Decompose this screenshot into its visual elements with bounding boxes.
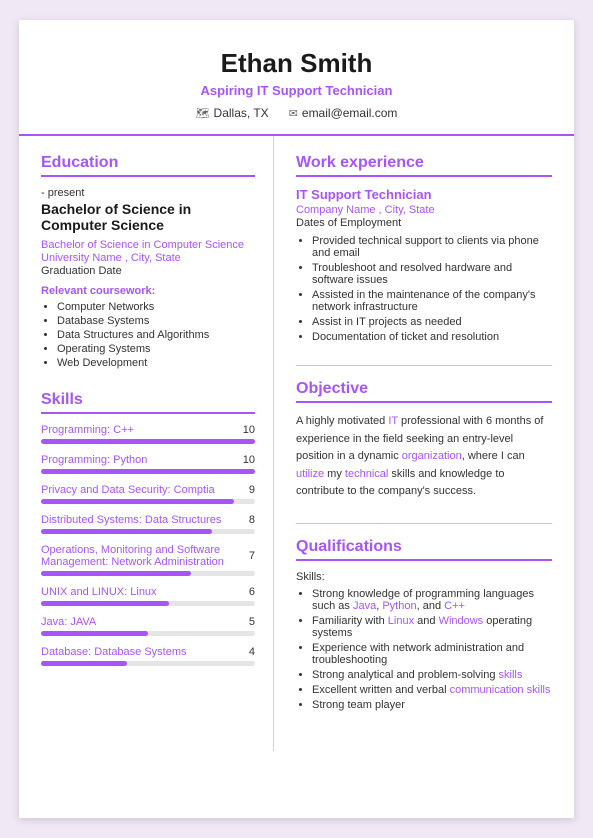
qual-skills-label: Skills: xyxy=(296,571,552,583)
qual-item: Experience with network administration a… xyxy=(312,642,552,666)
qualifications-title: Qualifications xyxy=(296,538,552,561)
skill-name: Database: Database Systems xyxy=(41,646,187,658)
skill-row: Distributed Systems: Data Structures 8 xyxy=(41,514,255,534)
skill-score: 9 xyxy=(249,484,255,496)
course-item: Computer Networks xyxy=(57,301,255,313)
skill-bar-fill xyxy=(41,499,234,504)
qual-item: Strong knowledge of programming language… xyxy=(312,588,552,612)
skill-bar-bg xyxy=(41,439,255,444)
skill-bar-bg xyxy=(41,661,255,666)
objective-text: A highly motivated IT professional with … xyxy=(296,413,552,501)
divider-2 xyxy=(296,523,552,524)
duty-item: Provided technical support to clients vi… xyxy=(312,235,552,259)
skill-score: 10 xyxy=(243,454,255,466)
skill-name: Programming: Python xyxy=(41,454,147,466)
qual-item: Excellent written and verbal communicati… xyxy=(312,684,552,696)
skill-score: 8 xyxy=(249,514,255,526)
skill-score: 7 xyxy=(249,550,255,562)
skill-bar-fill xyxy=(41,661,127,666)
left-column: Education - present Bachelor of Science … xyxy=(19,136,274,751)
skill-row: Operations, Monitoring and Software Mana… xyxy=(41,544,255,576)
coursework-label: Relevant coursework: xyxy=(41,285,255,297)
email-item: ✉ email@email.com xyxy=(289,106,398,120)
contact-row: 🗺 Dallas, TX ✉ email@email.com xyxy=(49,106,544,120)
resume-header: Ethan Smith Aspiring IT Support Technici… xyxy=(19,20,574,136)
skill-bar-bg xyxy=(41,601,255,606)
skill-bar-bg xyxy=(41,571,255,576)
skill-row: Programming: Python 10 xyxy=(41,454,255,474)
course-item: Data Structures and Algorithms xyxy=(57,329,255,341)
course-item: Web Development xyxy=(57,357,255,369)
coursework-list: Computer Networks Database Systems Data St… xyxy=(41,301,255,369)
skill-name: Operations, Monitoring and Software Mana… xyxy=(41,544,249,568)
skill-row: UNIX and LINUX: Linux 6 xyxy=(41,586,255,606)
duty-item: Assist in IT projects as needed xyxy=(312,316,552,328)
skill-name: UNIX and LINUX: Linux xyxy=(41,586,157,598)
skill-row: Privacy and Data Security: Comptia 9 xyxy=(41,484,255,504)
work-experience-section: Work experience IT Support Technician Co… xyxy=(296,154,552,343)
skill-score: 6 xyxy=(249,586,255,598)
skill-bar-bg xyxy=(41,529,255,534)
location-icon: 🗺 xyxy=(196,107,210,120)
divider-1 xyxy=(296,365,552,366)
edu-present: - present xyxy=(41,187,255,199)
skill-row: Java: JAVA 5 xyxy=(41,616,255,636)
resume-body: Education - present Bachelor of Science … xyxy=(19,136,574,751)
candidate-name: Ethan Smith xyxy=(49,48,544,79)
skills-title: Skills xyxy=(41,391,255,414)
edu-degree: Bachelor of Science in Computer Science xyxy=(41,201,255,233)
qual-item: Strong team player xyxy=(312,699,552,711)
work-experience-title: Work experience xyxy=(296,154,552,177)
qual-list: Strong knowledge of programming language… xyxy=(296,588,552,711)
duty-item: Assisted in the maintenance of the compa… xyxy=(312,289,552,313)
skill-bar-fill xyxy=(41,571,191,576)
skill-bar-fill xyxy=(41,631,148,636)
email-icon: ✉ xyxy=(289,107,298,120)
skill-row: Programming: C++ 10 xyxy=(41,424,255,444)
job-title: IT Support Technician xyxy=(296,187,552,202)
skill-bar-bg xyxy=(41,631,255,636)
skill-name: Java: JAVA xyxy=(41,616,96,628)
skill-score: 10 xyxy=(243,424,255,436)
duty-item: Troubleshoot and resolved hardware and s… xyxy=(312,262,552,286)
edu-grad: Graduation Date xyxy=(41,265,255,277)
resume-page: Ethan Smith Aspiring IT Support Technici… xyxy=(19,20,574,818)
course-item: Operating Systems xyxy=(57,343,255,355)
skill-row: Database: Database Systems 4 xyxy=(41,646,255,666)
duties-list: Provided technical support to clients vi… xyxy=(296,235,552,343)
skill-name: Privacy and Data Security: Comptia xyxy=(41,484,215,496)
qual-item: Familiarity with Linux and Windows opera… xyxy=(312,615,552,639)
education-title: Education xyxy=(41,154,255,177)
location-item: 🗺 Dallas, TX xyxy=(196,106,269,120)
duty-item: Documentation of ticket and resolution xyxy=(312,331,552,343)
right-column: Work experience IT Support Technician Co… xyxy=(274,136,574,751)
job-company: Company Name , City, State xyxy=(296,204,552,216)
qualifications-section: Qualifications Skills: Strong knowledge … xyxy=(296,538,552,711)
education-section: Education - present Bachelor of Science … xyxy=(41,154,255,369)
skill-bar-fill xyxy=(41,469,255,474)
objective-section: Objective A highly motivated IT professi… xyxy=(296,380,552,501)
skill-name: Distributed Systems: Data Structures xyxy=(41,514,221,526)
skill-bar-bg xyxy=(41,469,255,474)
skill-score: 5 xyxy=(249,616,255,628)
edu-university: University Name , City, State xyxy=(41,252,255,264)
edu-detail: Bachelor of Science in Computer Science xyxy=(41,239,255,251)
qual-item: Strong analytical and problem-solving sk… xyxy=(312,669,552,681)
skills-section: Skills Programming: C++ 10 Programming: … xyxy=(41,391,255,666)
skill-bar-fill xyxy=(41,529,212,534)
location-text: Dallas, TX xyxy=(214,106,269,120)
skill-name: Programming: C++ xyxy=(41,424,134,436)
email-text: email@email.com xyxy=(302,106,398,120)
job-dates: Dates of Employment xyxy=(296,217,552,229)
skill-score: 4 xyxy=(249,646,255,658)
objective-title: Objective xyxy=(296,380,552,403)
skill-bar-fill xyxy=(41,439,255,444)
skill-bar-fill xyxy=(41,601,169,606)
skill-bar-bg xyxy=(41,499,255,504)
course-item: Database Systems xyxy=(57,315,255,327)
candidate-title: Aspiring IT Support Technician xyxy=(49,83,544,98)
